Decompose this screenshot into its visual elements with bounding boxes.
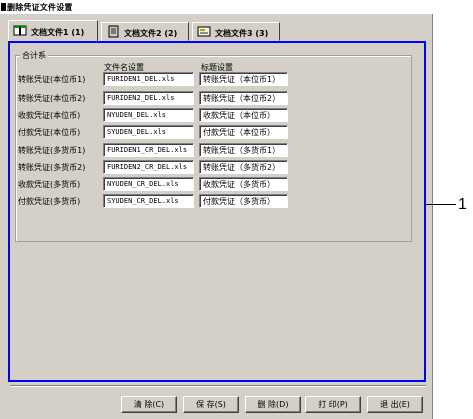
filename-field[interactable]: FURIDEN1_CR_DEL.xls: [103, 143, 194, 157]
save-button[interactable]: 保 存(S): [183, 396, 239, 413]
group-label: 合计系: [20, 50, 48, 61]
tab-document-file-1[interactable]: 文档文件1 (1): [8, 20, 98, 41]
title-field[interactable]: 转账凭证（本位币1）: [199, 72, 288, 86]
print-button[interactable]: 打 印(P): [305, 396, 361, 413]
title-field[interactable]: 收款凭证（多货币）: [199, 177, 288, 191]
row-label: 收款凭证(本位币): [18, 111, 81, 120]
callout-number: 1: [458, 196, 467, 213]
delete-button[interactable]: 删 除(D): [245, 396, 301, 413]
title-field[interactable]: 转账凭证（多货币1）: [199, 143, 288, 157]
filename-field[interactable]: FURIDEN2_DEL.xls: [103, 91, 194, 105]
row-label: 转账凭证(本位币1): [18, 75, 86, 84]
clear-button[interactable]: 清 除(C): [121, 396, 177, 413]
filename-field[interactable]: SYUDEN_DEL.xls: [103, 125, 194, 139]
tab-label: 文档文件2 (2): [124, 29, 178, 38]
title-field[interactable]: 转账凭证（本位币2）: [199, 91, 288, 105]
tab-document-file-3[interactable]: 文档文件3 (3): [192, 22, 280, 41]
tab-label: 文档文件3 (3): [215, 29, 269, 38]
filename-field[interactable]: SYUDEN_CR_DEL.xls: [103, 194, 194, 208]
title-field[interactable]: 付款凭证（多货币）: [199, 194, 288, 208]
exit-button[interactable]: 退 出(E): [367, 396, 423, 413]
window-icon: [1, 3, 6, 11]
filename-field[interactable]: FURIDEN2_CR_DEL.xls: [103, 160, 194, 174]
window-title: 删除凭证文件设置: [7, 3, 73, 12]
tab-label: 文档文件1 (1): [31, 28, 85, 37]
title-field[interactable]: 转账凭证（多货币2）: [199, 160, 288, 174]
filename-field[interactable]: FURIDEN1_DEL.xls: [103, 72, 194, 86]
callout-line: [426, 204, 456, 205]
filename-field[interactable]: NYUDEN_DEL.xls: [103, 108, 194, 122]
row-label: 收款凭证(多货币): [18, 180, 81, 189]
tab-document-file-2[interactable]: 文档文件2 (2): [101, 22, 189, 41]
row-label: 付款凭证(本位币): [18, 128, 81, 137]
row-label: 转账凭证(本位币2): [18, 94, 86, 103]
bottom-separator: [10, 385, 426, 387]
notebook-icon: [108, 25, 119, 38]
title-field[interactable]: 付款凭证（本位币）: [199, 125, 288, 139]
row-label: 转账凭证(多货币2): [18, 163, 86, 172]
book-icon: [13, 25, 27, 36]
title-bar: 删除凭证文件设置: [0, 0, 433, 14]
filename-field[interactable]: NYUDEN_CR_DEL.xls: [103, 177, 194, 191]
row-label: 转账凭证(多货币1): [18, 146, 86, 155]
row-label: 付款凭证(多货币): [18, 197, 81, 206]
title-field[interactable]: 收款凭证（本位币）: [199, 108, 288, 122]
document-icon: [197, 26, 211, 37]
